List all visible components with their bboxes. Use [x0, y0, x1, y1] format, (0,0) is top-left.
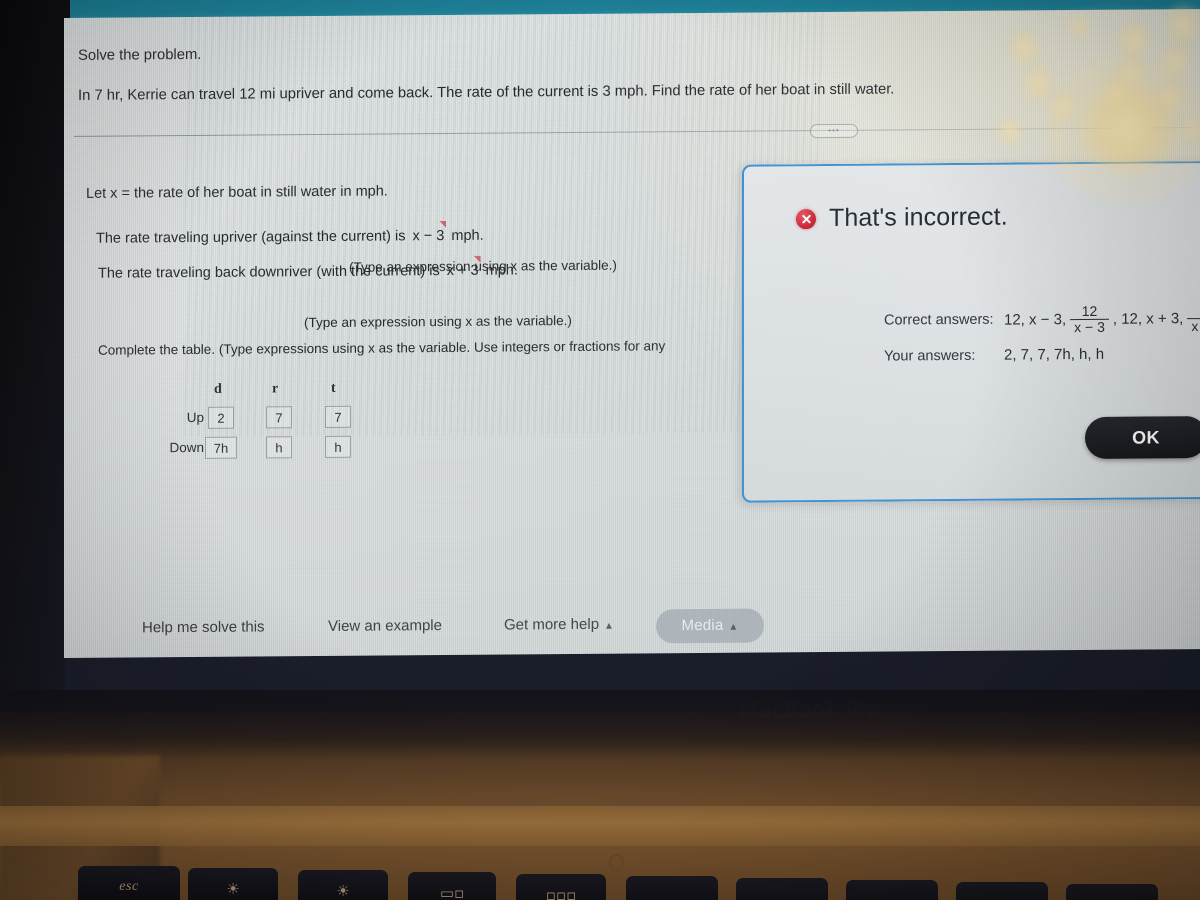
table-column-header-r: r [272, 381, 279, 397]
launchpad-icon: ▫▫▫ [545, 886, 577, 900]
instruction-text: Solve the problem. [78, 46, 202, 64]
downriver-rate-value: x + 3 [446, 262, 479, 279]
key-launchpad[interactable]: ▫▫▫ [516, 874, 606, 900]
error-x-icon [796, 208, 816, 229]
key-keyboard-brightness-up[interactable] [736, 878, 828, 900]
downriver-hint: (Type an expression using x as the varia… [304, 313, 572, 331]
your-answers-row: Your answers: 2, 7, 7, 7h, h, h [884, 346, 1104, 365]
table-cell-down-r[interactable]: h [266, 436, 292, 459]
upriver-rate-suffix: mph. [451, 227, 484, 244]
downriver-rate-input[interactable]: x + 3 [444, 263, 482, 279]
your-answers-label: Your answers: [884, 347, 976, 365]
table-row-label-down: Down [169, 439, 204, 456]
key-esc[interactable]: esc [78, 866, 180, 900]
dialog-title: That's incorrect. [829, 202, 1008, 232]
table-cell-down-d[interactable]: 7h [205, 436, 237, 459]
dialog-header: That's incorrect. [796, 203, 1008, 234]
table-cell-down-t[interactable]: h [325, 435, 351, 458]
let-x-definition: Let x = the rate of her boat in still wa… [86, 183, 388, 202]
table-row-label-up: Up [186, 409, 204, 426]
fraction-numerator: 12 [1195, 302, 1200, 318]
ok-button[interactable]: OK [1085, 416, 1200, 459]
fraction-denominator: x + 3 [1187, 317, 1200, 334]
table-cell-up-t[interactable]: 7 [325, 405, 351, 428]
text-cursor-icon [439, 221, 446, 228]
homework-page: Solve the problem. In 7 hr, Kerrie can t… [64, 9, 1200, 658]
brightness-down-icon: ☀ [226, 880, 240, 898]
table-cell-up-d[interactable]: 2 [208, 406, 234, 429]
screen-moire-texture-secondary [184, 12, 824, 438]
your-answers-value: 2, 7, 7, 7h, h, h [1004, 345, 1105, 364]
section-divider [74, 127, 1194, 137]
correct-part-fraction-1: 12 x − 3 [1070, 302, 1109, 335]
get-more-help-link[interactable]: Get more help ▲ [504, 616, 614, 634]
mission-control-icon: ▭▫ [439, 884, 465, 900]
upriver-rate-input[interactable]: x − 3 [410, 228, 448, 244]
key-brightness-up[interactable]: ☀ [298, 870, 388, 900]
divider-collapse-handle[interactable]: ••• [810, 123, 858, 139]
action-bar: Help me solve this View an example Get m… [64, 597, 1200, 658]
downriver-rate-line: The rate traveling back downriver (with … [98, 262, 518, 282]
fraction-numerator: 12 [1081, 302, 1098, 320]
laptop-base-lip [0, 806, 1200, 846]
upriver-rate-value: x − 3 [412, 228, 445, 245]
chevron-up-icon: ▲ [728, 621, 739, 633]
palmrest-shadow [0, 690, 1200, 760]
key-media-play[interactable] [956, 882, 1048, 900]
brightness-up-icon: ☀ [336, 882, 350, 900]
correct-part-text-2: , 12, x + 3, [1112, 309, 1184, 328]
help-me-solve-this-link[interactable]: Help me solve this [142, 618, 265, 636]
key-media-previous[interactable] [846, 880, 938, 900]
table-instruction: Complete the table. (Type expressions us… [98, 338, 666, 358]
chevron-up-icon: ▲ [604, 620, 614, 632]
table-column-header-t: t [331, 380, 336, 396]
photograph-of-laptop-screen: MacBook Pro Solve the problem. In 7 hr, … [0, 0, 1200, 900]
correct-answers-label: Correct answers: [884, 311, 994, 329]
key-esc-label: esc [119, 879, 139, 894]
key-keyboard-brightness-down[interactable] [626, 876, 718, 900]
media-button[interactable]: Media ▲ [656, 608, 764, 644]
key-mission-control[interactable]: ▭▫ [408, 872, 496, 900]
downriver-rate-prefix: The rate traveling back downriver (with … [98, 263, 440, 282]
upriver-rate-prefix: The rate traveling upriver (against the … [96, 228, 406, 247]
downriver-rate-suffix: mph. [485, 262, 518, 279]
table-column-header-d: d [214, 381, 222, 397]
correct-answers-value: 12, x − 3, 12 x − 3 , 12, x + 3, 12 x + … [1004, 302, 1200, 335]
key-media-next[interactable] [1066, 884, 1158, 900]
correct-part-text-1: 12, x − 3, [1004, 310, 1067, 329]
correct-part-fraction-2: 12 x + 3 [1187, 302, 1200, 334]
power-button-icon[interactable] [609, 854, 624, 871]
problem-statement: In 7 hr, Kerrie can travel 12 mi upriver… [78, 81, 895, 104]
media-button-label: Media [681, 616, 724, 635]
correct-answers-row: Correct answers: 12, x − 3, 12 x − 3 , 1… [884, 302, 1200, 336]
fraction-denominator: x − 3 [1070, 318, 1109, 335]
get-more-help-label: Get more help [504, 615, 600, 634]
view-an-example-link[interactable]: View an example [328, 617, 442, 635]
incorrect-answer-dialog: That's incorrect. Correct answers: 12, x… [742, 160, 1200, 503]
key-brightness-down[interactable]: ☀ [188, 868, 278, 900]
table-cell-up-r[interactable]: 7 [266, 406, 292, 429]
upriver-rate-line: The rate traveling upriver (against the … [96, 228, 484, 247]
